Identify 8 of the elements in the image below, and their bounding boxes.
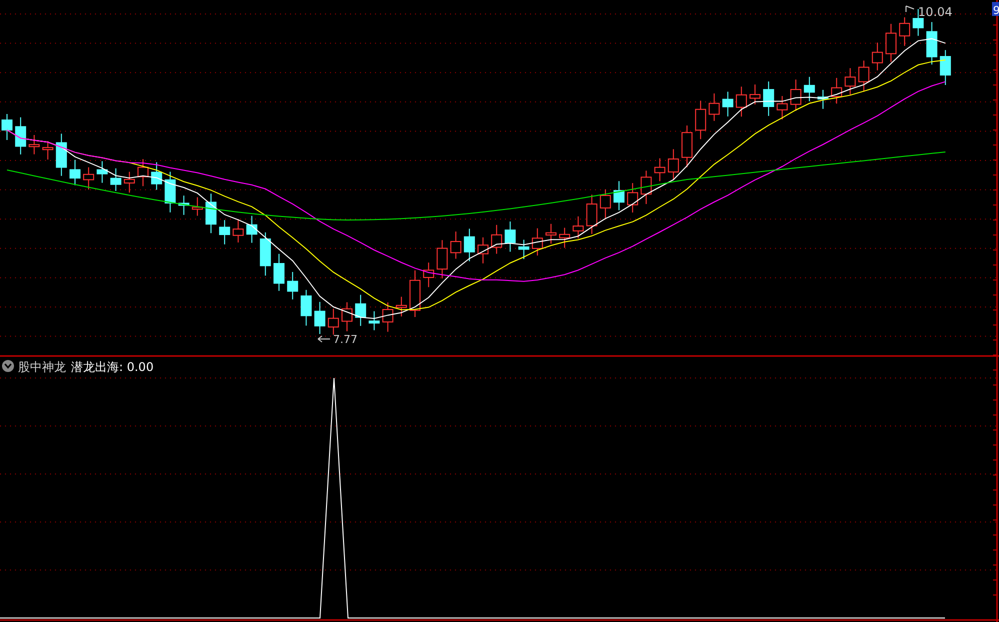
axis-price-label: 9 — [992, 2, 999, 17]
low-price-label: 7.77 — [333, 333, 358, 346]
high-price-label: 10.04 — [918, 5, 952, 19]
arrow-icon — [906, 6, 914, 12]
indicator-value: 潜龙出海: 0.00 — [71, 360, 154, 374]
arrow-icon — [318, 336, 330, 342]
collapse-icon[interactable] — [2, 360, 14, 372]
indicator-name: 股中神龙 — [18, 360, 66, 374]
